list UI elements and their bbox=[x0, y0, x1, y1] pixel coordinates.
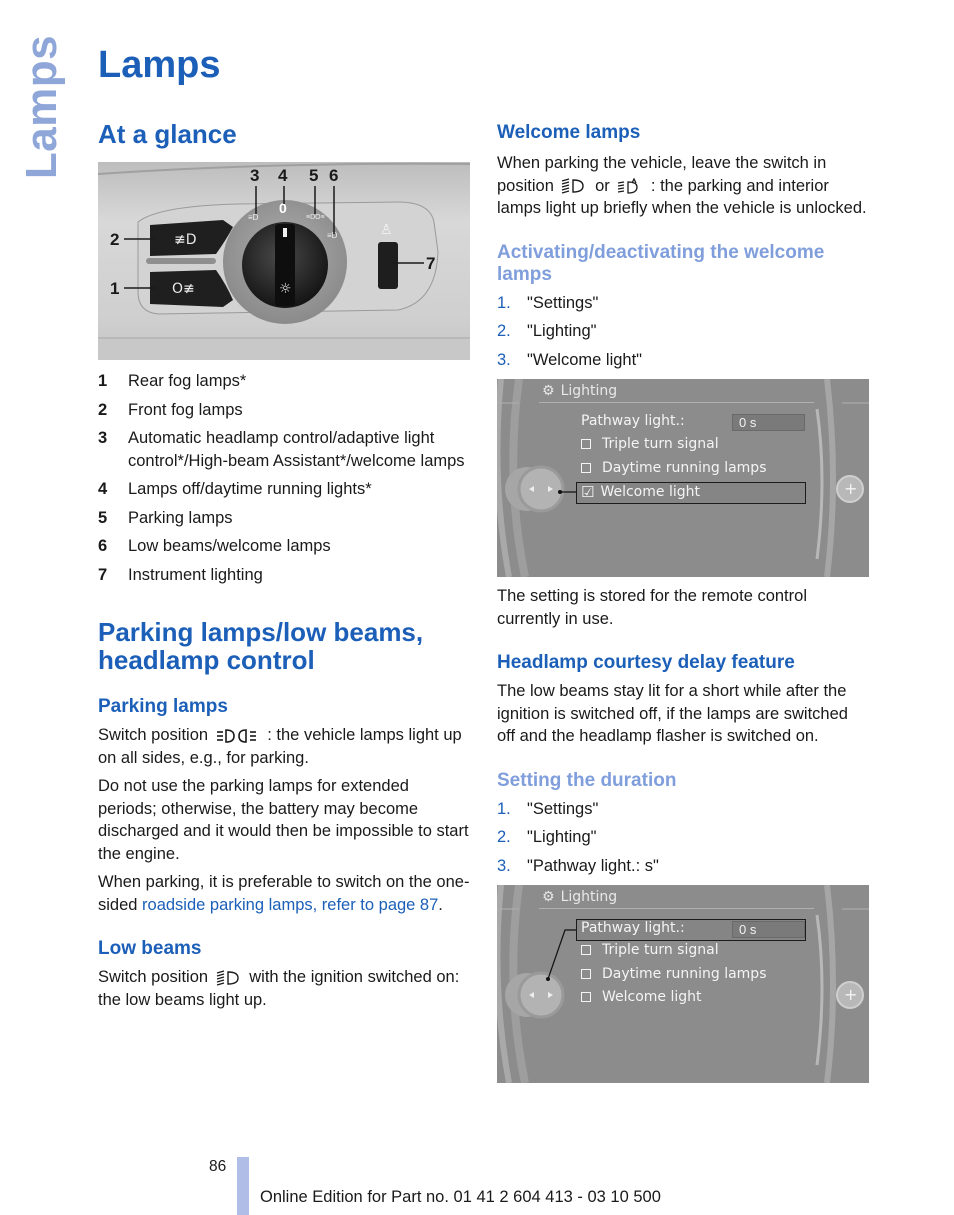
low-beam-icon bbox=[562, 178, 585, 194]
pathway-light-row[interactable]: Pathway light.: bbox=[581, 920, 685, 936]
light-switch-figure: ≢D O≢ ☼ 0 ≡D ≡DO≡ ≡D ♙ 2 1 3 4 5 6 7 bbox=[98, 162, 470, 360]
legend-item: 2 Front fog lamps bbox=[98, 400, 243, 419]
legend-item: 6 Low beams/welcome lamps bbox=[98, 537, 331, 555]
instrument-lighting-wheel bbox=[378, 242, 398, 289]
svg-text:O≢: O≢ bbox=[172, 281, 195, 297]
lighting-screen-welcome: + ⚙ Lighting Pathway light.: 0 s Triple t… bbox=[497, 379, 869, 577]
activate-welcome-heading: Activating/deactivating the welcome lamp… bbox=[497, 241, 825, 285]
option-welcome-light[interactable]: ☑ Welcome light bbox=[581, 483, 700, 501]
controller-frame: + bbox=[497, 379, 869, 577]
callout-5: 5 bbox=[309, 166, 318, 185]
step-item: 2. "Lighting" bbox=[497, 828, 597, 846]
option-daytime-running-lamps[interactable]: Daytime running lamps bbox=[581, 966, 767, 982]
figure-legend: 1 Rear fog lamps* 2 Front fog lamps 3 Autom… bbox=[98, 370, 470, 586]
svg-text:☼: ☼ bbox=[279, 281, 292, 297]
side-tab-label: Lamps bbox=[17, 34, 66, 179]
welcome-steps: 1. "Settings" 2. "Lighting" 3. "Welcome lig… bbox=[497, 292, 869, 372]
at-a-glance-heading: At a glance bbox=[98, 119, 237, 149]
svg-text:≡DO≡: ≡DO≡ bbox=[306, 214, 325, 221]
footer-edition: Online Edition for Part no. 01 41 2 604 … bbox=[260, 1188, 661, 1206]
page-number: 86 bbox=[209, 1158, 227, 1175]
svg-text:≢D: ≢D bbox=[174, 232, 197, 248]
step-item: 1. "Settings" bbox=[497, 293, 599, 312]
checkbox[interactable] bbox=[581, 439, 591, 449]
settings-gear-icon: ⚙ bbox=[542, 889, 555, 905]
duration-steps: 1. "Settings" 2. "Lighting" 3. "Pathway lig… bbox=[497, 798, 869, 878]
left-column: At a glance ≢D O≢ ☼ 0 ≡D ≡DO≡ ≡D ♙ 2 1 3… bbox=[98, 120, 470, 1011]
checkbox[interactable] bbox=[581, 969, 591, 979]
legend-item: 4 Lamps off/daytime running lights* bbox=[98, 480, 372, 498]
light-switch-illustration: ≢D O≢ ☼ 0 ≡D ≡DO≡ ≡D ♙ 2 1 3 4 5 6 7 bbox=[98, 162, 470, 360]
parking-lamps-p2: Do not use the parking lamps for extende… bbox=[98, 777, 469, 863]
parking-lamps-p3: When parking, it is preferable to switch… bbox=[98, 873, 470, 914]
option-daytime-running-lamps[interactable]: Daytime running lamps bbox=[581, 460, 767, 476]
pathway-light-row[interactable]: Pathway light.: bbox=[581, 413, 685, 429]
svg-text:♙: ♙ bbox=[380, 221, 393, 237]
step-item: 3. "Welcome light" bbox=[497, 350, 643, 369]
legend-item: 5 Parking lamps bbox=[98, 508, 233, 527]
roadside-parking-lamps-link[interactable]: roadside parking lamps, refer to page 87 bbox=[142, 896, 438, 914]
lighting-screen-pathway: + ⚙ Lighting Pathway light.: 0 s Triple t… bbox=[497, 885, 869, 1083]
callout-3: 3 bbox=[250, 166, 259, 185]
svg-text:≡D: ≡D bbox=[248, 213, 259, 222]
option-triple-turn-signal[interactable]: Triple turn signal bbox=[581, 436, 719, 452]
parking-lamps-icon bbox=[216, 728, 256, 743]
parking-lamps-heading: Parking lamps bbox=[98, 696, 228, 717]
legend-item: 7 Instrument lighting bbox=[98, 565, 263, 584]
callout-1: 1 bbox=[110, 279, 119, 298]
callout-7: 7 bbox=[426, 254, 435, 273]
auto-headlamp-icon bbox=[618, 178, 638, 194]
checkbox[interactable] bbox=[581, 945, 591, 955]
callout-2: 2 bbox=[110, 230, 119, 249]
legend-item: 3 Automatic headlamp control/adaptive lig… bbox=[98, 429, 465, 470]
pathway-light-value[interactable]: 0 s bbox=[732, 921, 805, 938]
controller-knob bbox=[517, 465, 565, 513]
step-item: 2. "Lighting" bbox=[497, 322, 597, 340]
option-welcome-light[interactable]: Welcome light bbox=[581, 989, 702, 1005]
page-title: Lamps bbox=[98, 44, 221, 86]
callout-6: 6 bbox=[329, 166, 338, 185]
screen-header: ⚙ Lighting bbox=[542, 383, 618, 399]
callout-4: 4 bbox=[278, 166, 288, 185]
controller-frame: + bbox=[497, 885, 869, 1083]
step-item: 3. "Pathway light.: s" bbox=[497, 856, 659, 875]
courtesy-delay-heading: Headlamp courtesy delay feature bbox=[497, 652, 795, 673]
checkbox-checked-icon[interactable]: ☑ bbox=[581, 483, 594, 501]
controller-knob bbox=[517, 971, 565, 1019]
checkbox[interactable] bbox=[581, 992, 591, 1002]
legend-item: 1 Rear fog lamps* bbox=[98, 372, 247, 390]
welcome-lamps-heading: Welcome lamps bbox=[497, 122, 641, 143]
side-tab: Lamps bbox=[17, 34, 66, 178]
dial-zero: 0 bbox=[279, 200, 287, 216]
settings-gear-icon: ⚙ bbox=[542, 383, 555, 399]
low-beams-heading: Low beams bbox=[98, 938, 202, 959]
parking-lamps-p1: Switch position : the vehicle lamps ligh… bbox=[98, 726, 462, 767]
right-column: Welcome lamps When parking the vehicle, … bbox=[497, 122, 869, 1083]
pathway-light-value[interactable]: 0 s bbox=[732, 414, 805, 431]
svg-text:+: + bbox=[844, 985, 857, 1004]
welcome-note: The setting is stored for the remote con… bbox=[497, 587, 807, 628]
setting-duration-heading: Setting the duration bbox=[497, 769, 677, 791]
svg-text:+: + bbox=[844, 479, 857, 498]
step-item: 1. "Settings" bbox=[497, 799, 599, 818]
welcome-lamps-p1: When parking the vehicle, leave the swit… bbox=[497, 154, 867, 217]
courtesy-delay-p1: The low beams stay lit for a short while… bbox=[497, 682, 848, 745]
parking-section-heading: Parking lamps/low beams, headlamp contro… bbox=[98, 617, 424, 675]
footer-bar bbox=[237, 1157, 249, 1215]
option-triple-turn-signal[interactable]: Triple turn signal bbox=[581, 942, 719, 958]
low-beams-p1: Switch position with the ignition switch… bbox=[98, 968, 460, 1009]
checkbox[interactable] bbox=[581, 463, 591, 473]
screen-header: ⚙ Lighting bbox=[542, 889, 618, 905]
svg-text:≡D: ≡D bbox=[327, 231, 338, 240]
low-beam-icon bbox=[216, 969, 239, 986]
